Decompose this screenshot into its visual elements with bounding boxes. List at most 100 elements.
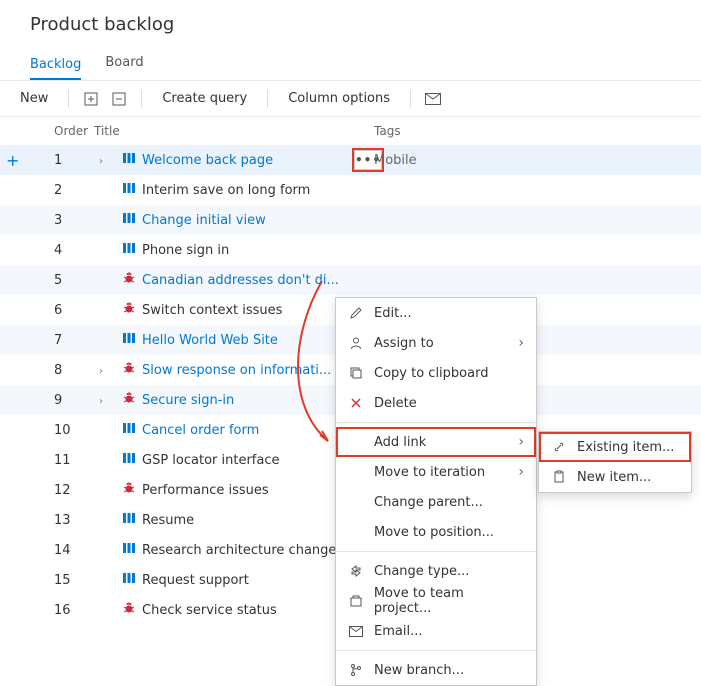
submenu-existing-label: Existing item... — [577, 440, 674, 455]
pbi-icon — [122, 181, 136, 199]
change-type-icon — [348, 563, 364, 579]
collapse-icon[interactable] — [109, 89, 129, 109]
row-tag: Mobile — [374, 153, 701, 168]
table-row[interactable]: 3Change initial view — [0, 205, 701, 235]
menu-add-link-label: Add link — [374, 435, 426, 450]
expand-icon[interactable] — [81, 89, 101, 109]
separator — [141, 90, 142, 108]
row-title-cell: Slow response on informati... — [122, 361, 354, 379]
row-order: 11 — [54, 453, 94, 468]
menu-move-iteration[interactable]: Move to iteration — [336, 457, 536, 487]
row-order: 6 — [54, 303, 94, 318]
pbi-icon — [122, 541, 136, 559]
row-title: Phone sign in — [142, 243, 229, 258]
row-order: 16 — [54, 603, 94, 618]
row-order: 14 — [54, 543, 94, 558]
add-new-icon[interactable]: + — [6, 151, 19, 170]
row-title-cell: Performance issues — [122, 481, 354, 499]
menu-copy[interactable]: Copy to clipboard — [336, 358, 536, 388]
row-order: 13 — [54, 513, 94, 528]
row-title-cell: Research architecture changes — [122, 541, 354, 559]
submenu-new-label: New item... — [577, 470, 651, 485]
pbi-icon — [122, 571, 136, 589]
row-order: 2 — [54, 183, 94, 198]
menu-email[interactable]: Email... — [336, 616, 536, 646]
clipboard-icon — [551, 469, 567, 485]
row-title[interactable]: Secure sign-in — [142, 393, 234, 408]
menu-change-type[interactable]: Change type... — [336, 556, 536, 586]
table-row[interactable]: 4Phone sign in — [0, 235, 701, 265]
menu-move-team-project[interactable]: Move to team project... — [336, 586, 536, 616]
menu-change-parent[interactable]: Change parent... — [336, 487, 536, 517]
context-menu: Edit... Assign to Copy to clipboard Dele… — [335, 297, 537, 686]
blank-icon — [348, 434, 364, 450]
bug-icon — [122, 391, 136, 409]
row-title[interactable]: Slow response on informati... — [142, 363, 331, 378]
row-order: 5 — [54, 273, 94, 288]
email-icon[interactable] — [423, 89, 443, 109]
backlog-grid: Order Title Tags +1›Welcome back page•••… — [0, 117, 701, 625]
row-title: Interim save on long form — [142, 183, 310, 198]
row-title: Resume — [142, 513, 194, 528]
menu-assign-label: Assign to — [374, 336, 434, 351]
menu-edit[interactable]: Edit... — [336, 298, 536, 328]
chevron-right-icon[interactable]: › — [94, 396, 108, 407]
row-title-cell: Hello World Web Site — [122, 331, 354, 349]
row-title: GSP locator interface — [142, 453, 279, 468]
separator — [267, 90, 268, 108]
separator — [68, 90, 69, 108]
new-button[interactable]: New — [12, 87, 56, 110]
row-order: 7 — [54, 333, 94, 348]
pencil-icon — [348, 305, 364, 321]
bug-icon — [122, 301, 136, 319]
email-icon — [348, 623, 364, 639]
menu-delete[interactable]: Delete — [336, 388, 536, 418]
blank-icon — [348, 494, 364, 510]
menu-new-branch[interactable]: New branch... — [336, 655, 536, 685]
chevron-right-icon[interactable]: › — [94, 156, 108, 167]
menu-separator — [336, 551, 536, 552]
branch-icon — [348, 662, 364, 678]
submenu-existing-item[interactable]: Existing item... — [539, 432, 691, 462]
menu-assign-to[interactable]: Assign to — [336, 328, 536, 358]
menu-copy-label: Copy to clipboard — [374, 366, 488, 381]
row-title-cell: Switch context issues — [122, 301, 354, 319]
row-order: 15 — [54, 573, 94, 588]
pbi-icon — [122, 241, 136, 259]
submenu-new-item[interactable]: New item... — [539, 462, 691, 492]
link-icon — [551, 439, 567, 455]
row-title[interactable]: Hello World Web Site — [142, 333, 278, 348]
table-row[interactable]: +1›Welcome back page•••Mobile — [0, 145, 701, 175]
menu-separator — [336, 650, 536, 651]
row-order: 12 — [54, 483, 94, 498]
add-link-submenu: Existing item... New item... — [538, 431, 692, 493]
row-title-cell: Request support — [122, 571, 354, 589]
column-headers: Order Title Tags — [0, 117, 701, 145]
table-row[interactable]: 2 Interim save on long form — [0, 175, 701, 205]
page-title: Product backlog — [0, 0, 701, 49]
row-title[interactable]: Change initial view — [142, 213, 266, 228]
row-title-cell: Cancel order form — [122, 421, 354, 439]
move-project-icon — [348, 593, 364, 609]
menu-move-position[interactable]: Move to position... — [336, 517, 536, 547]
tab-backlog[interactable]: Backlog — [30, 51, 81, 80]
row-title[interactable]: Canadian addresses don't di... — [142, 273, 339, 288]
row-title-cell: Phone sign in — [122, 241, 354, 259]
chevron-right-icon[interactable]: › — [94, 366, 108, 377]
delete-icon — [348, 395, 364, 411]
menu-edit-label: Edit... — [374, 306, 412, 321]
bug-icon — [122, 481, 136, 499]
col-order: Order — [54, 124, 94, 138]
table-row[interactable]: 5 Canadian addresses don't di... — [0, 265, 701, 295]
row-title-cell: Interim save on long form — [122, 181, 354, 199]
column-options-button[interactable]: Column options — [280, 87, 398, 110]
tab-board[interactable]: Board — [105, 49, 143, 76]
create-query-button[interactable]: Create query — [154, 87, 255, 110]
row-title: Research architecture changes — [142, 543, 343, 558]
menu-add-link[interactable]: Add link — [336, 427, 536, 457]
row-title: Request support — [142, 573, 249, 588]
row-title-cell: Secure sign-in — [122, 391, 354, 409]
row-title[interactable]: Cancel order form — [142, 423, 259, 438]
person-icon — [348, 335, 364, 351]
row-title[interactable]: Welcome back page — [142, 153, 273, 168]
